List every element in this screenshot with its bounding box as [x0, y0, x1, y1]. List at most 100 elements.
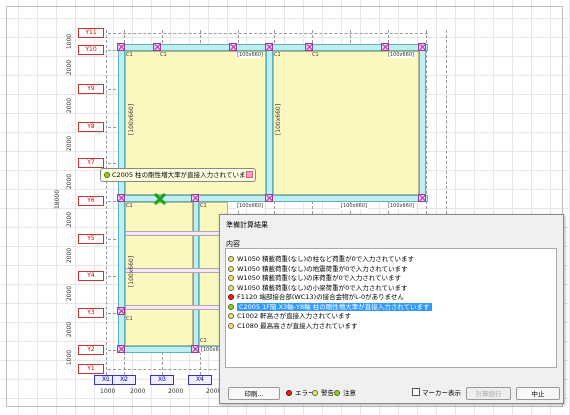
- beam-right[interactable]: [419, 44, 426, 202]
- beam-size-tag: [100x660]: [340, 203, 368, 209]
- message-row[interactable]: C1080 最高高さが直接入力されています: [228, 322, 357, 331]
- column-tag: C1: [200, 338, 207, 344]
- marker-checkbox[interactable]: [412, 388, 420, 396]
- column-tag: C1: [274, 52, 281, 58]
- sub-beam-3[interactable]: [125, 305, 228, 310]
- error-icon: [228, 294, 234, 300]
- beam-size-tag: [100x660]: [275, 103, 283, 136]
- left-dimension: 2000: [66, 59, 74, 76]
- y-axis-label: Y11: [78, 28, 104, 38]
- y-axis-label: Y1: [78, 364, 104, 374]
- sub-beam-1[interactable]: [125, 231, 228, 236]
- marker-label: マーカー表示: [422, 389, 461, 397]
- print-button[interactable]: 印刷...: [228, 387, 280, 400]
- y-axis-label: Y6: [78, 196, 104, 206]
- legend-note: 注意: [334, 387, 356, 397]
- dialog-title: 準備計算結果: [226, 221, 268, 229]
- selected-column-x-icon[interactable]: [154, 193, 166, 205]
- caution-icon: [228, 275, 234, 281]
- y-axis-label: Y10: [78, 45, 104, 55]
- caution-icon: [228, 256, 234, 262]
- cancel-button[interactable]: 中止: [516, 387, 560, 400]
- y-axis-label: Y8: [78, 122, 104, 132]
- preparation-results-dialog: 準備計算結果 内容 W1050 積載荷重(なし)の柱など荷重が0で入力されていま…: [219, 214, 564, 404]
- y-axis-label: Y7: [78, 158, 104, 168]
- beam-size-tag: [100x660]: [236, 52, 264, 58]
- message-text: W1050 積載荷重(なし)の柱など荷重が0で入力されています: [237, 255, 415, 263]
- column-tag: C1: [200, 203, 207, 209]
- marker-toggle[interactable]: マーカー表示: [412, 387, 461, 397]
- column-marker[interactable]: [229, 43, 237, 51]
- legend-note-label: 注意: [343, 389, 356, 397]
- message-row[interactable]: C2005 1F階 X3軸-Y8軸 柱の剛性増大率が直接入力されています: [228, 302, 432, 312]
- beam-size-tag: [100x660]: [128, 255, 136, 288]
- note-icon: [334, 390, 340, 396]
- grid-line-y: [108, 33, 428, 34]
- column-tag: C1: [126, 203, 133, 209]
- column-marker[interactable]: [153, 43, 161, 51]
- column-marker[interactable]: [265, 43, 273, 51]
- message-text: W1050 積載荷重(なし)の床荷重が0で入力されています: [237, 274, 402, 282]
- grid-line-x: [106, 30, 107, 380]
- beam-size-tag: [100x660]: [236, 203, 264, 209]
- warning-tooltip: C2005 柱の剛性増大率が直接入力されています: [100, 168, 256, 182]
- message-row[interactable]: W1050 積載荷重(なし)の柱など荷重が0で入力されています: [228, 255, 414, 264]
- message-list[interactable]: W1050 積載荷重(なし)の柱など荷重が0で入力されています W1050 積載荷…: [225, 248, 557, 368]
- column-marker[interactable]: [418, 43, 426, 51]
- column-tag: C1: [126, 52, 133, 58]
- y-axis-label: Y5: [78, 234, 104, 244]
- tooltip-text: C2005 柱の剛性増大率が直接入力されています: [112, 171, 252, 179]
- column-tag: C1: [312, 52, 319, 58]
- message-row[interactable]: C1002 軒高さが直接入力されています: [228, 312, 351, 321]
- slab-panel-2[interactable]: [273, 51, 419, 195]
- left-dimension: 2000: [66, 173, 74, 190]
- message-text: F1120 端部接合部(WC13)の接合金物がL-0がありません: [237, 293, 404, 301]
- beam-center[interactable]: [266, 44, 273, 202]
- caution-icon: [228, 265, 234, 272]
- caution-icon: [228, 284, 234, 291]
- beam-size-tag: [100x660]: [387, 52, 415, 58]
- message-text: C2005 1F階 X3軸-Y8軸 柱の剛性増大率が直接入力されています: [237, 302, 432, 311]
- warning-icon: [312, 390, 318, 396]
- left-total-dimension: 18000: [54, 189, 62, 210]
- y-axis-label: Y9: [78, 84, 104, 94]
- note-icon: [104, 172, 110, 178]
- column-marker[interactable]: [117, 345, 125, 353]
- message-text: C1002 軒高さが直接入力されています: [237, 312, 351, 320]
- left-dimension: 2000: [66, 211, 74, 228]
- error-icon: [286, 390, 292, 396]
- column-marker[interactable]: [191, 345, 199, 353]
- caution-icon: [228, 322, 234, 329]
- left-dimension: 2000: [66, 285, 74, 302]
- column-tag: C1: [160, 52, 167, 58]
- column-marker[interactable]: [265, 194, 273, 202]
- message-row[interactable]: F1120 端部接合部(WC13)の接合金物がL-0がありません: [228, 293, 404, 302]
- column-marker[interactable]: [117, 194, 125, 202]
- message-text: W1050 積載荷重(なし)の地震荷重が0で入力されています: [237, 264, 408, 273]
- left-dimension: 2000: [66, 135, 74, 152]
- left-dimension: 2000: [66, 97, 74, 114]
- note-icon: [228, 303, 234, 310]
- column-tag: C1: [126, 316, 133, 322]
- column-marker[interactable]: [381, 43, 389, 51]
- bottom-dimension: 2000: [168, 388, 184, 395]
- tooltip-close-icon[interactable]: [246, 171, 253, 178]
- message-row[interactable]: W1050 積載荷重(なし)の小梁荷重が0で入力されています: [228, 284, 408, 293]
- column-marker[interactable]: [117, 43, 125, 51]
- bottom-dimension: 1000: [100, 388, 116, 395]
- y-axis-label: Y3: [78, 308, 104, 318]
- message-row[interactable]: W1050 積載荷重(なし)の床荷重が0で入力されています: [228, 274, 401, 283]
- column-marker[interactable]: [191, 194, 199, 202]
- column-marker[interactable]: [117, 307, 125, 315]
- slab-panel-3[interactable]: [125, 202, 193, 346]
- left-dimension: 1000: [66, 33, 74, 50]
- message-row[interactable]: W1050 積載荷重(なし)の地震荷重が0で入力されています: [228, 265, 408, 274]
- bottom-dimension: 2000: [130, 388, 146, 395]
- legend-warning: 警告: [312, 387, 334, 397]
- column-marker[interactable]: [305, 43, 313, 51]
- continue-calc-button[interactable]: 計算続行: [466, 387, 511, 400]
- sub-beam-2[interactable]: [125, 268, 228, 273]
- column-marker[interactable]: [418, 194, 426, 202]
- caution-icon: [228, 313, 234, 319]
- legend-warning-label: 警告: [321, 389, 334, 397]
